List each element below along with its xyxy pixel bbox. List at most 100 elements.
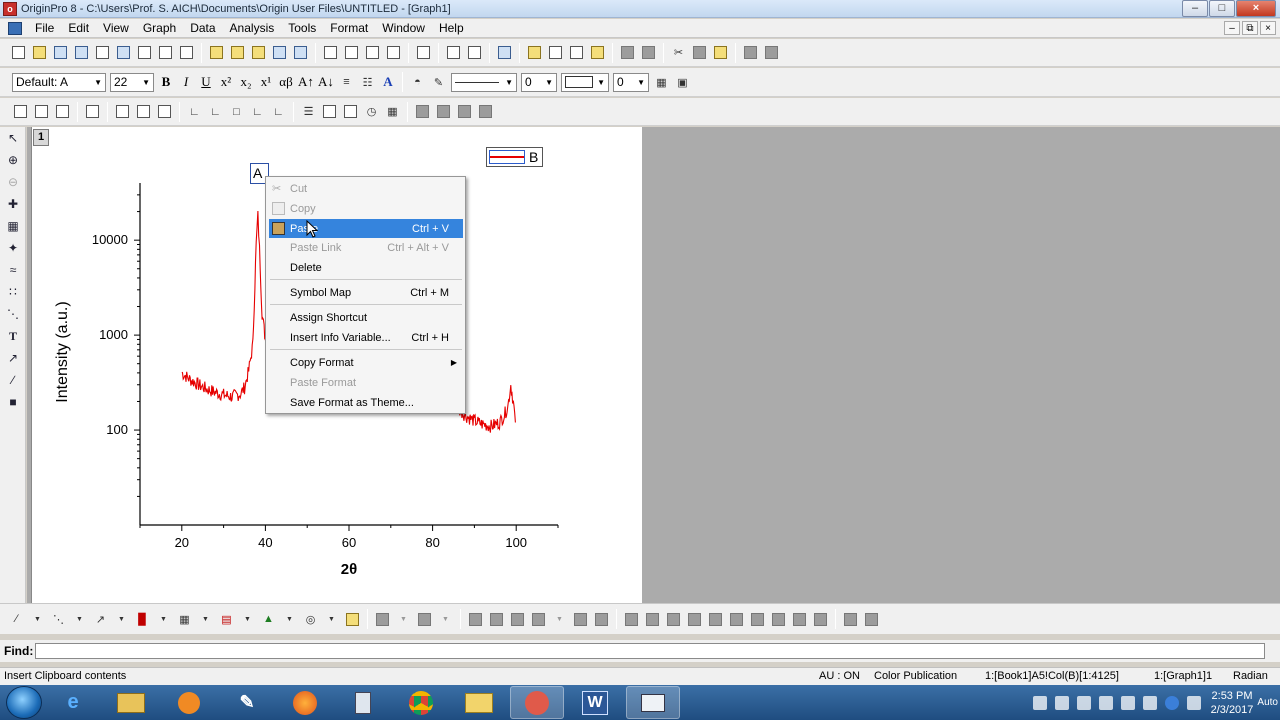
chevron-down-icon[interactable]: ▼ [196, 610, 215, 629]
border-icon[interactable]: ▣ [673, 73, 692, 92]
menu-window[interactable]: Window [375, 21, 432, 35]
align-bottom-obj-icon[interactable] [685, 610, 704, 629]
new-workbook-icon[interactable] [51, 43, 70, 62]
new-legend-icon[interactable]: ☰ [299, 102, 318, 121]
scatter-plot-icon[interactable]: ⋱ [49, 610, 68, 629]
ungroup-icon[interactable] [769, 610, 788, 629]
regional-data-selector-icon[interactable]: ∷ [0, 281, 26, 303]
layer-icon[interactable] [341, 102, 360, 121]
timestamp-icon[interactable]: ◷ [362, 102, 381, 121]
layer-1-tab[interactable]: 1 [33, 129, 49, 146]
clock[interactable]: 2:53 PM 2/3/2017 [1211, 689, 1254, 717]
greek-button[interactable]: αβ [276, 73, 296, 92]
align-left-obj-icon[interactable] [622, 610, 641, 629]
menu-tools[interactable]: Tools [281, 21, 323, 35]
rectangle-tool-icon[interactable]: ■ [0, 391, 26, 413]
mask-points-icon[interactable]: ⋱ [0, 303, 26, 325]
cut-icon[interactable]: ✂ [669, 43, 688, 62]
refresh-icon[interactable] [444, 43, 463, 62]
italic-button[interactable]: I [176, 73, 196, 92]
menu-item-paste[interactable]: Paste Ctrl + V [269, 219, 463, 238]
area-plot-icon[interactable]: ▲ [259, 610, 278, 629]
axis-l-icon[interactable]: ∟ [185, 102, 204, 121]
print-icon[interactable] [414, 43, 433, 62]
calculator-icon[interactable] [336, 686, 390, 719]
zoom-out-icon[interactable]: ⊖ [0, 171, 26, 193]
3d-rotate-icon[interactable] [413, 102, 432, 121]
menu-item-delete[interactable]: Delete [269, 258, 463, 277]
align-left-icon[interactable]: ≡ [337, 73, 356, 92]
origin-app-icon[interactable]: o [3, 1, 17, 16]
menu-edit[interactable]: Edit [61, 21, 96, 35]
3d-surface-icon[interactable] [415, 610, 434, 629]
align-vcenter-obj-icon[interactable] [706, 610, 725, 629]
chevron-down-icon[interactable]: ▼ [280, 610, 299, 629]
color-scale-icon[interactable] [320, 102, 339, 121]
data-selector-icon[interactable]: ▦ [0, 215, 26, 237]
import-excel-icon[interactable] [384, 43, 403, 62]
paste-icon[interactable] [711, 43, 730, 62]
arrow-tool-icon[interactable]: ↗ [0, 347, 26, 369]
lock-position-icon[interactable] [841, 610, 860, 629]
new-graph-icon[interactable] [93, 43, 112, 62]
fill-color-icon[interactable]: ◓ [408, 73, 427, 92]
zoom-in-graph-icon[interactable] [11, 102, 30, 121]
table-icon[interactable]: ▦ [383, 102, 402, 121]
message-log-icon[interactable] [588, 43, 607, 62]
close-button[interactable]: × [1236, 0, 1276, 17]
supersubscript-button[interactable]: x¹ [256, 73, 276, 92]
chevron-down-icon[interactable]: ▼ [238, 610, 257, 629]
new-project-icon[interactable] [9, 43, 28, 62]
3d-bars-icon[interactable] [466, 610, 485, 629]
line-plot-icon[interactable]: ∕ [7, 610, 26, 629]
reset-icon[interactable] [639, 43, 658, 62]
find-input[interactable] [35, 643, 1266, 659]
underline-button[interactable]: U [196, 73, 216, 92]
project-explorer-icon[interactable] [495, 43, 514, 62]
chevron-down-icon[interactable]: ▼ [70, 610, 89, 629]
template-library-icon[interactable] [343, 610, 362, 629]
screen-reader-icon[interactable]: ✚ [0, 193, 26, 215]
menu-graph[interactable]: Graph [136, 21, 183, 35]
chevron-down-icon[interactable]: ▼ [112, 610, 131, 629]
add-new-columns-icon[interactable] [618, 43, 637, 62]
image-plot-icon[interactable] [571, 610, 590, 629]
chevron-down-icon[interactable]: ▼ [436, 610, 455, 629]
add-layer-icon[interactable] [741, 43, 760, 62]
duplicate-icon[interactable] [465, 43, 484, 62]
pointer-icon[interactable]: ↖ [0, 127, 26, 149]
new-layout-icon[interactable] [156, 43, 175, 62]
align-columns-icon[interactable]: ☷ [358, 73, 377, 92]
mdi-close-button[interactable]: × [1260, 21, 1276, 35]
menu-item-insert-info-variable[interactable]: Insert Info Variable... Ctrl + H [269, 328, 463, 347]
3d-plot-icon[interactable] [373, 610, 392, 629]
new-notes-icon[interactable] [177, 43, 196, 62]
menu-item-paste-format[interactable]: Paste Format [269, 373, 463, 392]
menu-item-symbol-map[interactable]: Symbol Map Ctrl + M [269, 283, 463, 302]
mdi-restore-button[interactable]: ⧉ [1242, 21, 1258, 35]
menu-data[interactable]: Data [183, 21, 222, 35]
origin-taskbar-icon[interactable] [510, 686, 564, 719]
fill-pattern-combo[interactable]: ▼ [561, 72, 609, 92]
axis-l-scale-icon[interactable]: ∟ [269, 102, 288, 121]
back-icon[interactable] [811, 610, 830, 629]
zoom-out-graph-icon[interactable] [32, 102, 51, 121]
chevron-down-icon[interactable]: ▼ [550, 610, 569, 629]
media-player-icon[interactable] [162, 686, 216, 719]
copy-icon[interactable] [690, 43, 709, 62]
save-template-icon[interactable] [291, 43, 310, 62]
whole-page-icon[interactable] [53, 102, 72, 121]
statistics-plot-icon[interactable]: ▤ [217, 610, 236, 629]
tray-volume-icon[interactable] [1120, 695, 1135, 710]
tray-icon[interactable] [1032, 695, 1047, 710]
multi-panel-plot-icon[interactable]: ▦ [175, 610, 194, 629]
tray-info-icon[interactable] [1164, 695, 1179, 710]
menu-view[interactable]: View [96, 21, 136, 35]
waterfall-icon[interactable] [592, 610, 611, 629]
internet-explorer-icon[interactable]: e [46, 686, 100, 719]
new-function-icon[interactable] [135, 43, 154, 62]
mdi-minimize-button[interactable]: – [1224, 21, 1240, 35]
maximize-button[interactable]: □ [1209, 0, 1235, 17]
3d-walls-icon[interactable] [487, 610, 506, 629]
3d-perspective-icon[interactable] [455, 102, 474, 121]
